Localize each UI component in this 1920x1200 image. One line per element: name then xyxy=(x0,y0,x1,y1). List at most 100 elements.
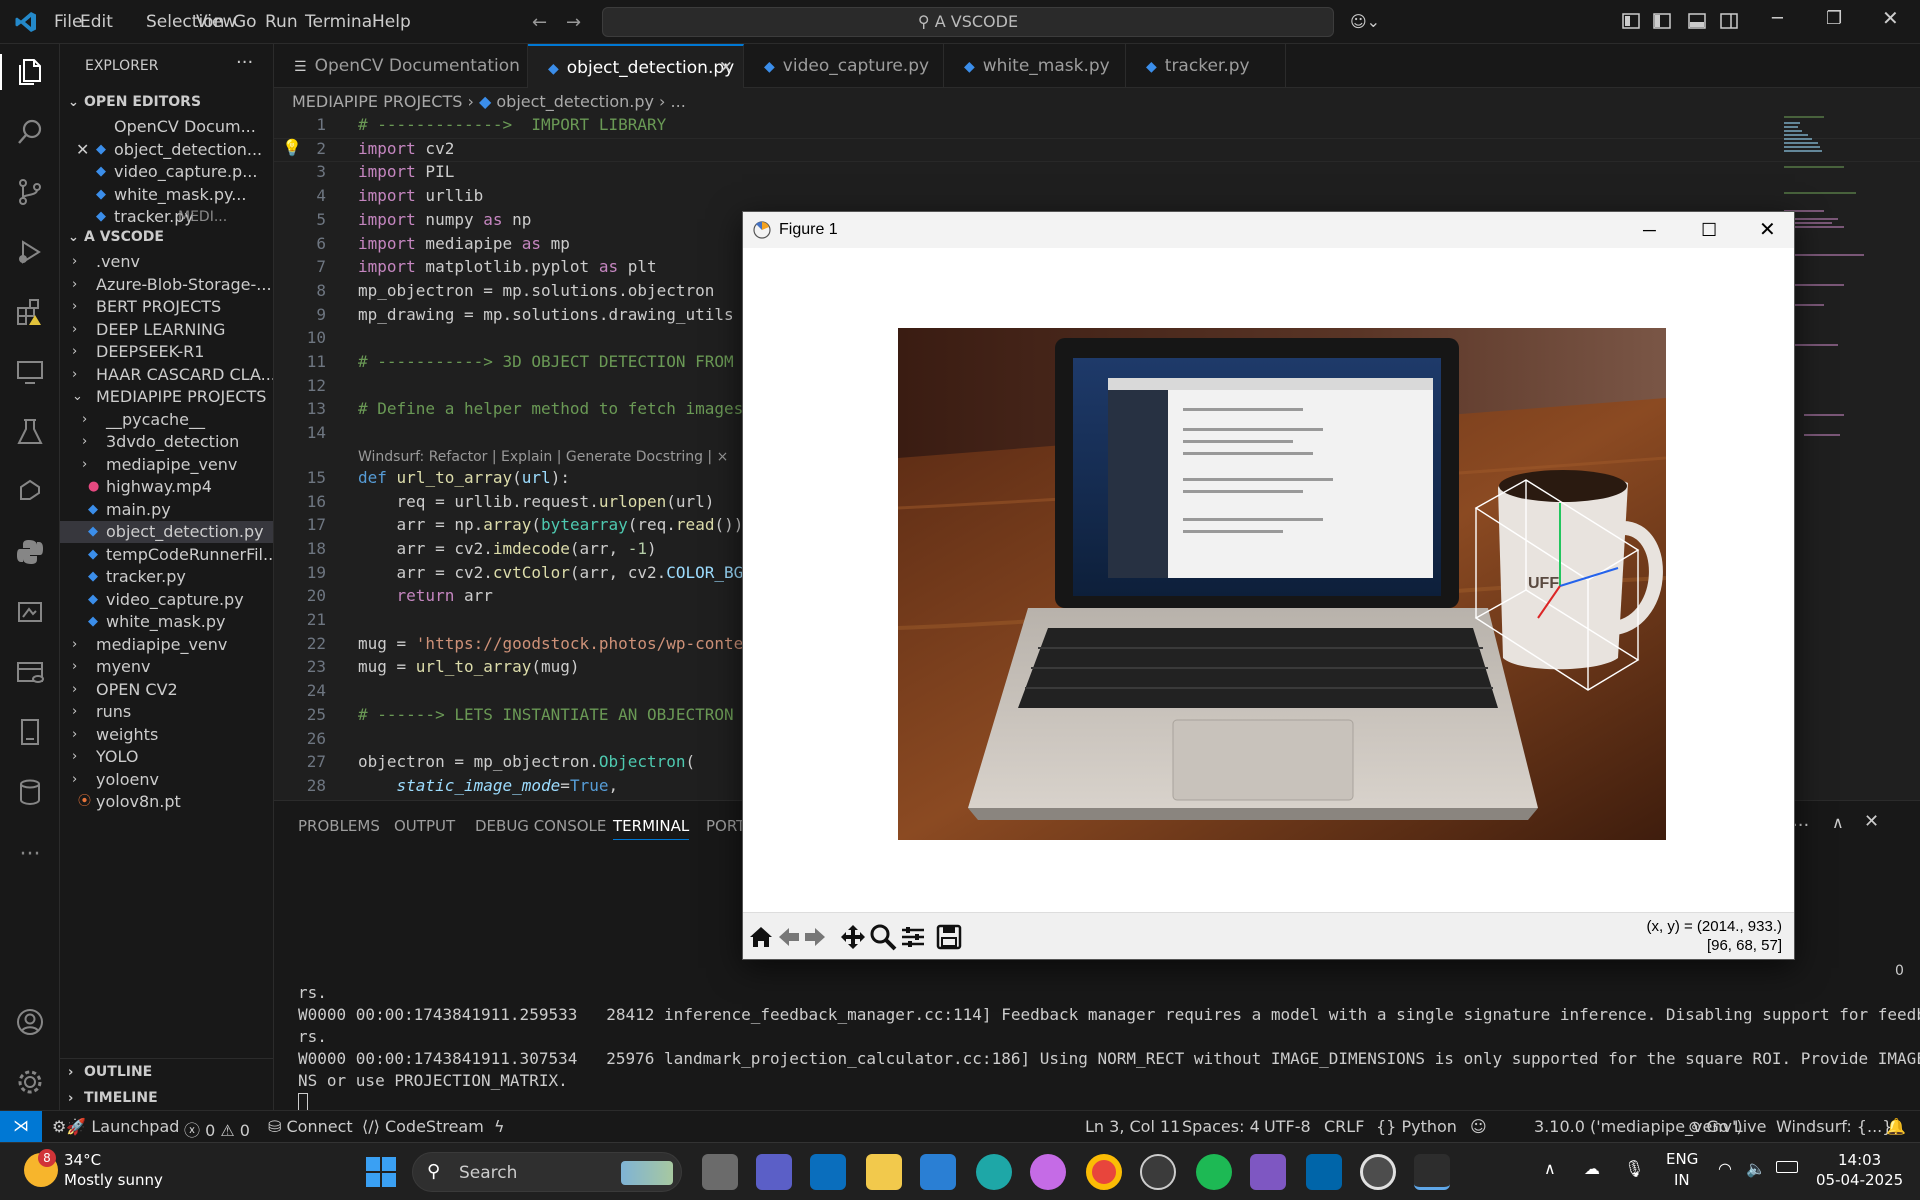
restore-icon[interactable]: ❐ xyxy=(1826,8,1842,29)
clock-time[interactable]: 14:03 xyxy=(1838,1151,1881,1169)
folder-item[interactable]: › DEEP LEARNING xyxy=(60,319,273,341)
copilot-icon[interactable]: ☺⌄ xyxy=(1350,12,1380,31)
problems-status[interactable]: ⓧ 0 ⚠ 0 xyxy=(184,1117,250,1141)
folder-item[interactable]: › __pycache__ xyxy=(60,409,273,431)
open-editor-item[interactable]: OpenCV Docum... xyxy=(60,116,273,138)
microsoft-store-icon[interactable] xyxy=(920,1154,956,1190)
menu-item-edit[interactable]: Edit xyxy=(80,12,113,32)
windows-start-icon[interactable] xyxy=(366,1157,396,1187)
chrome-icon[interactable] xyxy=(1086,1154,1122,1190)
panel-tab-debug-console[interactable]: DEBUG CONSOLE xyxy=(475,817,606,835)
clock-date[interactable]: 05-04-2025 xyxy=(1816,1171,1903,1189)
volume-icon[interactable]: 🔈 xyxy=(1746,1159,1766,1178)
open-editors-section[interactable]: ⌄ OPEN EDITORS xyxy=(60,89,273,116)
testing-icon[interactable] xyxy=(12,414,48,450)
toggle-secondary-sidebar-icon[interactable] xyxy=(1720,12,1738,30)
file-item[interactable]: ● highway.mp4 xyxy=(60,476,273,498)
python-icon[interactable] xyxy=(12,534,48,570)
vscode-taskbar-icon[interactable] xyxy=(1306,1154,1342,1190)
back-arrow-icon[interactable]: ← xyxy=(532,12,547,33)
language-indicator[interactable]: ENG xyxy=(1666,1150,1698,1168)
toggle-panel-icon[interactable] xyxy=(1688,12,1706,30)
notebook-icon[interactable] xyxy=(12,714,48,750)
sql-tools-icon[interactable] xyxy=(12,774,48,810)
folder-item[interactable]: › runs xyxy=(60,701,273,723)
file-item[interactable]: ◆ white_mask.py xyxy=(60,611,273,633)
source-control-icon[interactable] xyxy=(12,174,48,210)
panel-tab-problems[interactable]: PROBLEMS xyxy=(298,817,380,835)
menu-item-go[interactable]: Go xyxy=(233,12,257,32)
notifications-bell-icon[interactable]: 🔔 xyxy=(1886,1117,1906,1136)
wifi-icon[interactable]: ◠ xyxy=(1718,1159,1732,1178)
panel-tab-output[interactable]: OUTPUT xyxy=(394,817,455,835)
menu-item-run[interactable]: Run xyxy=(265,12,298,32)
remote-indicator-icon[interactable]: ⋊ xyxy=(0,1111,42,1143)
explorer-icon[interactable] xyxy=(0,54,60,90)
open-editor-item[interactable]: ✕ ◆ object_detection... xyxy=(60,139,273,161)
save-figure-icon[interactable] xyxy=(935,923,963,951)
go-live-status[interactable]: ⊚ Go Live xyxy=(1688,1117,1766,1136)
lightning-icon[interactable]: ϟ xyxy=(494,1117,505,1136)
image-axes[interactable]: UFF xyxy=(898,328,1666,840)
file-item[interactable]: ⦿ yolov8n.pt xyxy=(60,791,273,813)
close-window-icon[interactable]: ✕ xyxy=(1882,6,1899,30)
accounts-icon[interactable] xyxy=(12,1004,48,1040)
task-view-icon[interactable] xyxy=(702,1154,738,1190)
folder-item[interactable]: › Azure-Blob-Storage-... xyxy=(60,274,273,296)
pan-icon[interactable] xyxy=(839,923,867,951)
windsurf-status[interactable]: Windsurf: {...} xyxy=(1776,1117,1892,1136)
minimize-icon[interactable]: ─ xyxy=(1772,8,1783,29)
folder-item[interactable]: › yoloenv xyxy=(60,769,273,791)
database-icon[interactable] xyxy=(12,654,48,690)
open-editor-item[interactable]: ◆ white_mask.py... xyxy=(60,184,273,206)
folder-item[interactable]: › mediapipe_venv xyxy=(60,454,273,476)
maximize-panel-icon[interactable]: ∧ xyxy=(1832,813,1844,832)
forward-arrow-icon[interactable]: → xyxy=(566,12,581,33)
encoding-status[interactable]: UTF-8 xyxy=(1264,1117,1311,1136)
home-icon[interactable] xyxy=(747,923,775,951)
launchpad-status[interactable]: ⚙🚀 Launchpad xyxy=(52,1117,179,1136)
breadcrumb-folder[interactable]: MEDIAPIPE PROJECTS xyxy=(292,92,462,111)
figure-minimize-icon[interactable]: ─ xyxy=(1643,212,1656,248)
folder-item[interactable]: › .venv xyxy=(60,251,273,273)
workspace-section[interactable]: ⌄ A VSCODE xyxy=(60,224,273,251)
folder-item[interactable]: ⌄ MEDIAPIPE PROJECTS xyxy=(60,386,273,408)
clipchamp-icon[interactable] xyxy=(1250,1154,1286,1190)
eol-status[interactable]: CRLF xyxy=(1324,1117,1364,1136)
connect-status[interactable]: ⛁ Connect xyxy=(268,1117,353,1136)
zoom-icon[interactable] xyxy=(869,923,897,951)
folder-item[interactable]: › BERT PROJECTS xyxy=(60,296,273,318)
folder-item[interactable]: › YOLO xyxy=(60,746,273,768)
folder-item[interactable]: › HAAR CASCARD CLA... xyxy=(60,364,273,386)
tab-object-detection-py[interactable]: ◆ object_detection.py ✕ xyxy=(528,44,744,88)
folder-item[interactable]: › myenv xyxy=(60,656,273,678)
run-debug-icon[interactable] xyxy=(12,234,48,270)
docker-icon[interactable] xyxy=(12,594,48,630)
minimap[interactable] xyxy=(1784,114,1872,514)
copilot-app-icon[interactable] xyxy=(1030,1154,1066,1190)
indentation-status[interactable]: Spaces: 4 xyxy=(1182,1117,1260,1136)
tab-opencv-documentation[interactable]: ☰ OpenCV Documentation xyxy=(274,44,528,88)
menu-item-help[interactable]: Help xyxy=(372,12,411,32)
cursor-position[interactable]: Ln 3, Col 11 xyxy=(1085,1117,1180,1136)
edge-icon[interactable] xyxy=(976,1154,1012,1190)
folder-item[interactable]: › weights xyxy=(60,724,273,746)
onedrive-icon[interactable]: ☁ xyxy=(1584,1159,1600,1178)
file-item[interactable]: ◆ tempCodeRunnerFil... xyxy=(60,544,273,566)
chatgpt-icon[interactable] xyxy=(1140,1154,1176,1190)
command-center-search[interactable]: ⚲ A VSCODE xyxy=(602,7,1334,37)
weather-temp[interactable]: 34°C xyxy=(64,1151,101,1169)
menu-item-view[interactable]: View xyxy=(196,12,236,32)
codelens[interactable]: Windsurf: Refactor | Explain | Generate … xyxy=(358,449,728,465)
close-editor-icon[interactable]: ✕ xyxy=(76,139,89,161)
settings-gear-icon[interactable] xyxy=(12,1064,48,1100)
toggle-sidebar-icon[interactable] xyxy=(1653,12,1671,30)
explorer-more-icon[interactable]: ··· xyxy=(236,52,253,73)
outline-section[interactable]: › OUTLINE xyxy=(60,1058,273,1085)
copilot-status-icon[interactable]: ☺ xyxy=(1470,1117,1487,1136)
file-item[interactable]: ◆ tracker.py xyxy=(60,566,273,588)
panel-tab-terminal[interactable]: TERMINAL xyxy=(613,817,690,840)
language-status[interactable]: {} Python xyxy=(1376,1117,1457,1136)
file-explorer-icon[interactable] xyxy=(866,1154,902,1190)
file-item[interactable]: ◆ main.py xyxy=(60,499,273,521)
